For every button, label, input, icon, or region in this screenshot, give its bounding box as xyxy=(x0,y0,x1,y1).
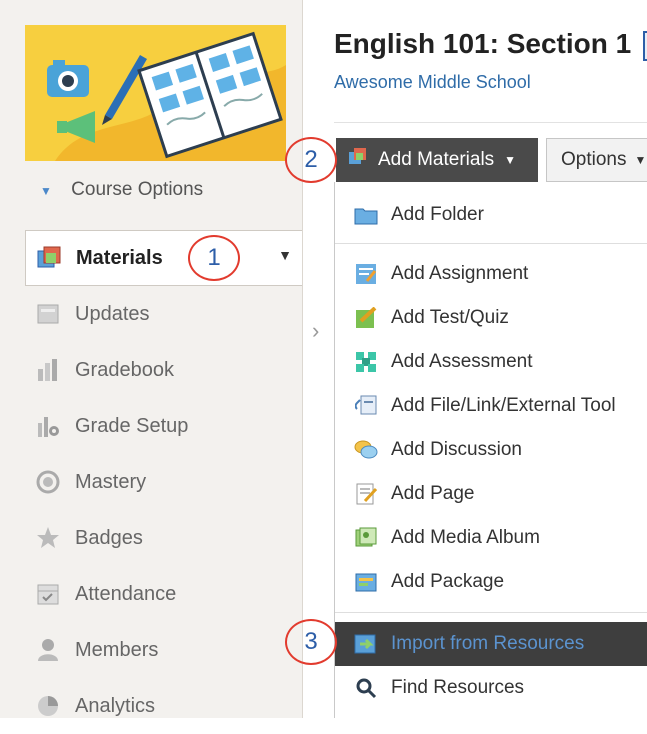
course-image xyxy=(25,25,286,161)
menu-item-find-resources[interactable]: Find Resources xyxy=(335,666,647,710)
menu-item-label: Add Assessment xyxy=(391,351,533,372)
course-title-text: English 101: Section 1 xyxy=(334,28,632,59)
assessment-icon xyxy=(353,349,379,375)
add-materials-icon xyxy=(348,147,368,173)
add-materials-menu: Add Folder Add Assignment Add Test/Quiz … xyxy=(334,182,647,718)
menu-divider xyxy=(335,612,647,613)
menu-item-add-discussion[interactable]: Add Discussion xyxy=(335,428,647,472)
sidebar-item-members[interactable]: Members xyxy=(25,622,302,678)
options-button[interactable]: Options ▼ xyxy=(546,138,647,182)
menu-item-label: Import from Resources xyxy=(391,633,585,654)
sidebar-item-label: Members xyxy=(75,638,159,661)
menu-item-add-page[interactable]: Add Page xyxy=(335,472,647,516)
discussion-icon xyxy=(353,437,379,463)
sidebar-item-label: Materials xyxy=(76,246,163,269)
grade-setup-icon xyxy=(33,411,63,441)
menu-divider xyxy=(335,243,647,244)
header-divider xyxy=(334,122,647,123)
menu-item-label: Add Assignment xyxy=(391,263,529,284)
options-label: Options xyxy=(561,149,627,170)
caret-down-icon[interactable]: ▼ xyxy=(278,247,292,263)
school-link[interactable]: Awesome Middle School xyxy=(334,72,531,93)
menu-item-add-file-link[interactable]: Add File/Link/External Tool xyxy=(335,384,647,428)
caret-down-icon: ▼ xyxy=(504,153,517,167)
folder-icon xyxy=(353,202,379,228)
sidebar-item-label: Mastery xyxy=(75,470,147,493)
caret-down-icon: ▼ xyxy=(634,153,647,167)
menu-item-add-assignment[interactable]: Add Assignment xyxy=(335,252,647,296)
menu-item-add-media-album[interactable]: Add Media Album xyxy=(335,516,647,560)
badges-icon xyxy=(33,523,63,553)
collapse-sidebar-chevron-icon[interactable]: › xyxy=(312,318,319,344)
menu-item-label: Add Page xyxy=(391,483,475,504)
menu-item-add-package[interactable]: Add Package xyxy=(335,560,647,604)
analytics-icon xyxy=(33,691,63,721)
materials-icon xyxy=(34,243,64,273)
updates-icon xyxy=(33,299,63,329)
menu-item-add-assessment[interactable]: Add Assessment xyxy=(335,340,647,384)
file-link-icon xyxy=(353,393,379,419)
menu-item-label: Add Discussion xyxy=(391,439,522,460)
sidebar-item-label: Updates xyxy=(75,302,150,325)
menu-item-label: Add Media Album xyxy=(391,527,540,548)
mastery-icon xyxy=(33,467,63,497)
test-quiz-icon xyxy=(353,305,379,331)
page-icon xyxy=(353,481,379,507)
page-title: English 101: Section 1 xyxy=(334,28,647,61)
notebook-icon xyxy=(642,30,647,61)
menu-item-import-from-resources[interactable]: Import from Resources xyxy=(335,622,647,666)
sidebar-item-analytics[interactable]: Analytics xyxy=(25,678,302,734)
sidebar-item-materials[interactable]: Materials ▼ xyxy=(25,230,302,286)
callout-1: 1 xyxy=(188,235,240,281)
menu-item-label: Find Resources xyxy=(391,677,525,698)
media-album-icon xyxy=(353,525,379,551)
callout-2: 2 xyxy=(285,137,337,183)
caret-down-icon: ▼ xyxy=(40,184,52,198)
magnifier-icon xyxy=(353,675,379,701)
sidebar-item-label: Analytics xyxy=(75,694,156,717)
sidebar-nav: Materials ▼ Updates Gradebook Grade Setu… xyxy=(25,230,302,734)
sidebar-item-attendance[interactable]: Attendance xyxy=(25,566,302,622)
menu-item-label: Add Package xyxy=(391,571,505,592)
callout-3: 3 xyxy=(285,619,337,665)
add-materials-label: Add Materials xyxy=(378,149,495,170)
sidebar-item-label: Badges xyxy=(75,526,143,549)
package-icon xyxy=(353,569,379,595)
menu-item-label: Add Test/Quiz xyxy=(391,307,509,328)
sidebar-item-badges[interactable]: Badges xyxy=(25,510,302,566)
import-icon xyxy=(353,631,379,657)
sidebar-item-label: Attendance xyxy=(75,582,177,605)
members-icon xyxy=(33,635,63,665)
course-options-toggle[interactable]: ▼ Course Options xyxy=(40,179,203,201)
menu-item-label: Add Folder xyxy=(391,204,484,225)
sidebar-item-mastery[interactable]: Mastery xyxy=(25,454,302,510)
sidebar-item-label: Gradebook xyxy=(75,358,174,381)
sidebar-item-grade-setup[interactable]: Grade Setup xyxy=(25,398,302,454)
sidebar-item-label: Grade Setup xyxy=(75,414,189,437)
menu-item-add-folder[interactable]: Add Folder xyxy=(335,193,647,237)
menu-item-label: Add File/Link/External Tool xyxy=(391,395,616,416)
add-materials-button[interactable]: Add Materials ▼ xyxy=(336,138,538,182)
sidebar-item-gradebook[interactable]: Gradebook xyxy=(25,342,302,398)
menu-item-add-test-quiz[interactable]: Add Test/Quiz xyxy=(335,296,647,340)
assignment-icon xyxy=(353,261,379,287)
attendance-icon xyxy=(33,579,63,609)
gradebook-icon xyxy=(33,355,63,385)
course-options-label: Course Options xyxy=(71,179,204,200)
sidebar-item-updates[interactable]: Updates xyxy=(25,286,302,342)
course-sidebar: ▼ Course Options Materials ▼ Updates Gra… xyxy=(0,0,303,718)
